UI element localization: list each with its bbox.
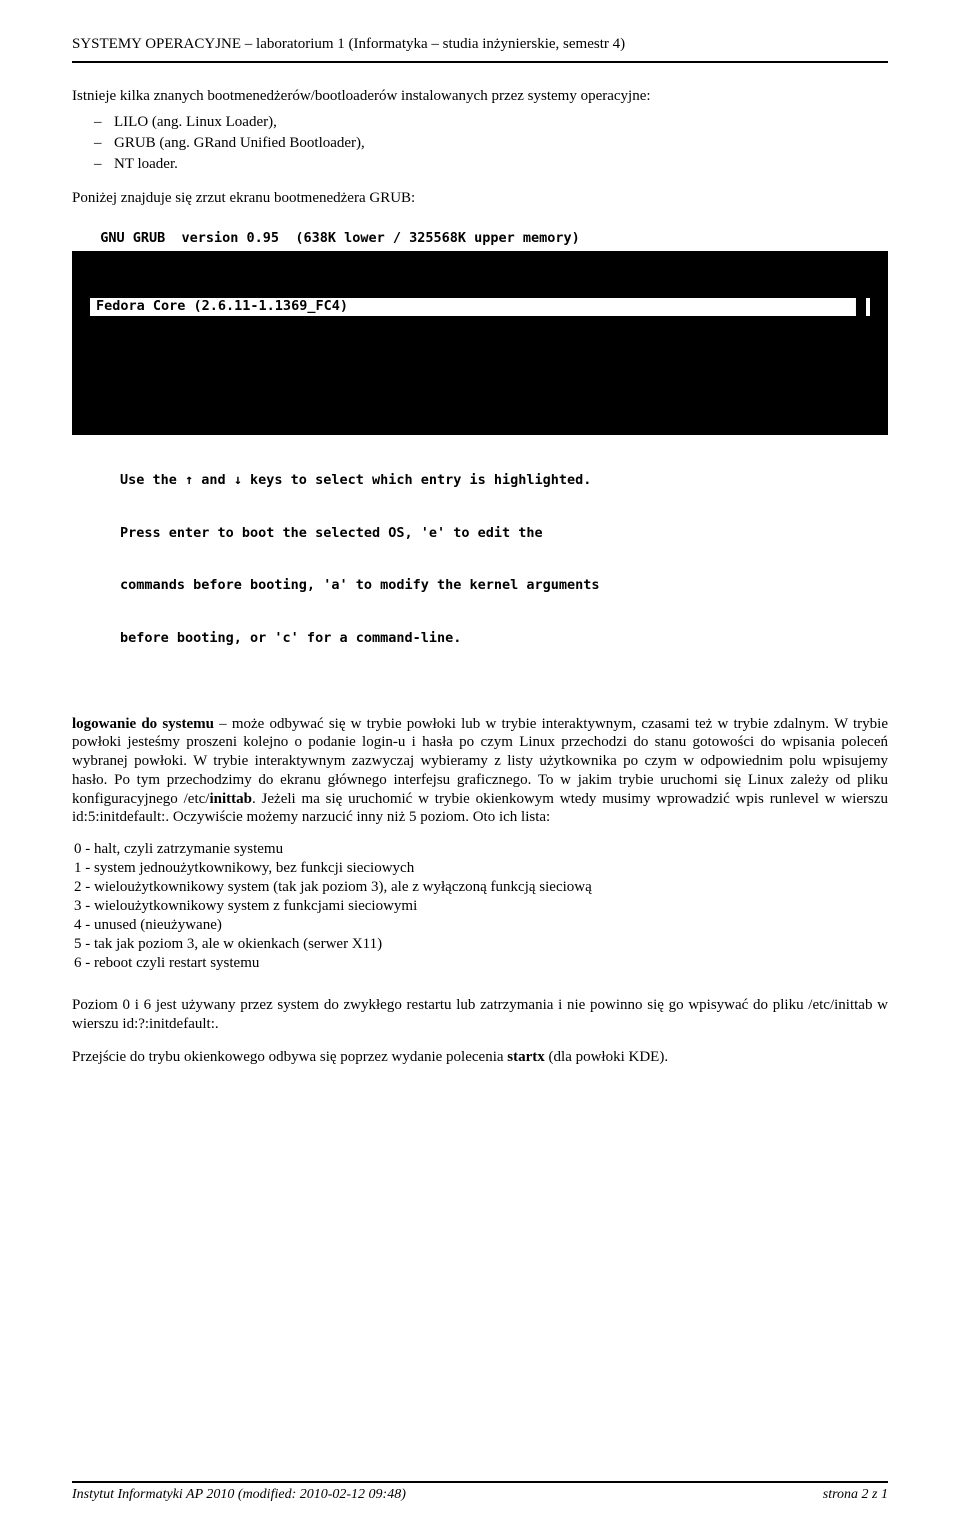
intro-paragraph: Istnieje kilka znanych bootmenedżerów/bo… bbox=[72, 87, 888, 106]
footer-divider bbox=[72, 1481, 888, 1483]
list-item: 5 - tak jak poziom 3, ale w okienkach (s… bbox=[74, 936, 888, 953]
grub-menu-box: Fedora Core (2.6.11-1.1369_FC4) █ bbox=[72, 251, 888, 435]
grub-selected-entry: Fedora Core (2.6.11-1.1369_FC4) █ bbox=[90, 298, 870, 316]
list-item: 0 - halt, czyli zatrzymanie systemu bbox=[74, 841, 888, 858]
list-item: GRUB (ang. GRand Unified Bootloader), bbox=[114, 135, 888, 152]
intro-text: Istnieje kilka znanych bootmenedżerów/bo… bbox=[72, 88, 651, 104]
page: SYSTEMY OPERACYJNE – laboratorium 1 (Inf… bbox=[0, 0, 960, 1531]
runlevel-note: Poziom 0 i 6 jest używany przez system d… bbox=[72, 996, 888, 1034]
grub-hint-line: Press enter to boot the selected OS, 'e'… bbox=[120, 525, 840, 543]
header-divider bbox=[72, 61, 888, 63]
list-item: 2 - wieloużytkownikowy system (tak jak p… bbox=[74, 879, 888, 896]
runlevel-list: 0 - halt, czyli zatrzymanie systemu 1 - … bbox=[72, 841, 888, 972]
screenshot-caption: Poniżej znajduje się zrzut ekranu bootme… bbox=[72, 189, 888, 208]
header-title: SYSTEMY OPERACYJNE – laboratorium 1 (Inf… bbox=[72, 36, 625, 52]
login-paragraph: logowanie do systemu – może odbywać się … bbox=[72, 715, 888, 828]
list-item: LILO (ang. Linux Loader), bbox=[114, 114, 888, 131]
grub-version-line: GNU GRUB version 0.95 (638K lower / 3255… bbox=[72, 226, 888, 252]
grub-hint-line: before booting, or 'c' for a command-lin… bbox=[120, 630, 840, 648]
list-item: NT loader. bbox=[114, 156, 888, 173]
grub-hint-line: Use the ↑ and ↓ keys to select which ent… bbox=[120, 472, 840, 490]
list-item: 3 - wieloużytkownikowy system z funkcjam… bbox=[74, 898, 888, 915]
startx-post: (dla powłoki KDE). bbox=[545, 1049, 668, 1065]
grub-screenshot: GNU GRUB version 0.95 (638K lower / 3255… bbox=[72, 226, 888, 691]
footer-right: strona 2 z 1 bbox=[823, 1487, 888, 1503]
grub-hint-line: commands before booting, 'a' to modify t… bbox=[120, 577, 840, 595]
list-item: 4 - unused (nieużywane) bbox=[74, 917, 888, 934]
cursor-icon: █ bbox=[856, 298, 866, 316]
footer-left: Instytut Informatyki AP 2010 (modified: … bbox=[72, 1487, 406, 1503]
bootloader-list: LILO (ang. Linux Loader), GRUB (ang. GRa… bbox=[72, 114, 888, 173]
grub-hints: Use the ↑ and ↓ keys to select which ent… bbox=[72, 435, 888, 691]
page-header: SYSTEMY OPERACYJNE – laboratorium 1 (Inf… bbox=[72, 36, 888, 53]
list-item: 6 - reboot czyli restart systemu bbox=[74, 955, 888, 972]
startx-paragraph: Przejście do trybu okienkowego odbywa si… bbox=[72, 1048, 888, 1067]
startx-bold: startx bbox=[507, 1049, 545, 1065]
list-item: 1 - system jednoużytkownikowy, bez funkc… bbox=[74, 860, 888, 877]
startx-pre: Przejście do trybu okienkowego odbywa si… bbox=[72, 1049, 507, 1065]
inittab-bold: inittab bbox=[209, 791, 252, 807]
page-footer: Instytut Informatyki AP 2010 (modified: … bbox=[72, 1481, 888, 1503]
login-lead-bold: logowanie do systemu bbox=[72, 716, 214, 732]
grub-entry-label: Fedora Core (2.6.11-1.1369_FC4) bbox=[96, 298, 348, 316]
